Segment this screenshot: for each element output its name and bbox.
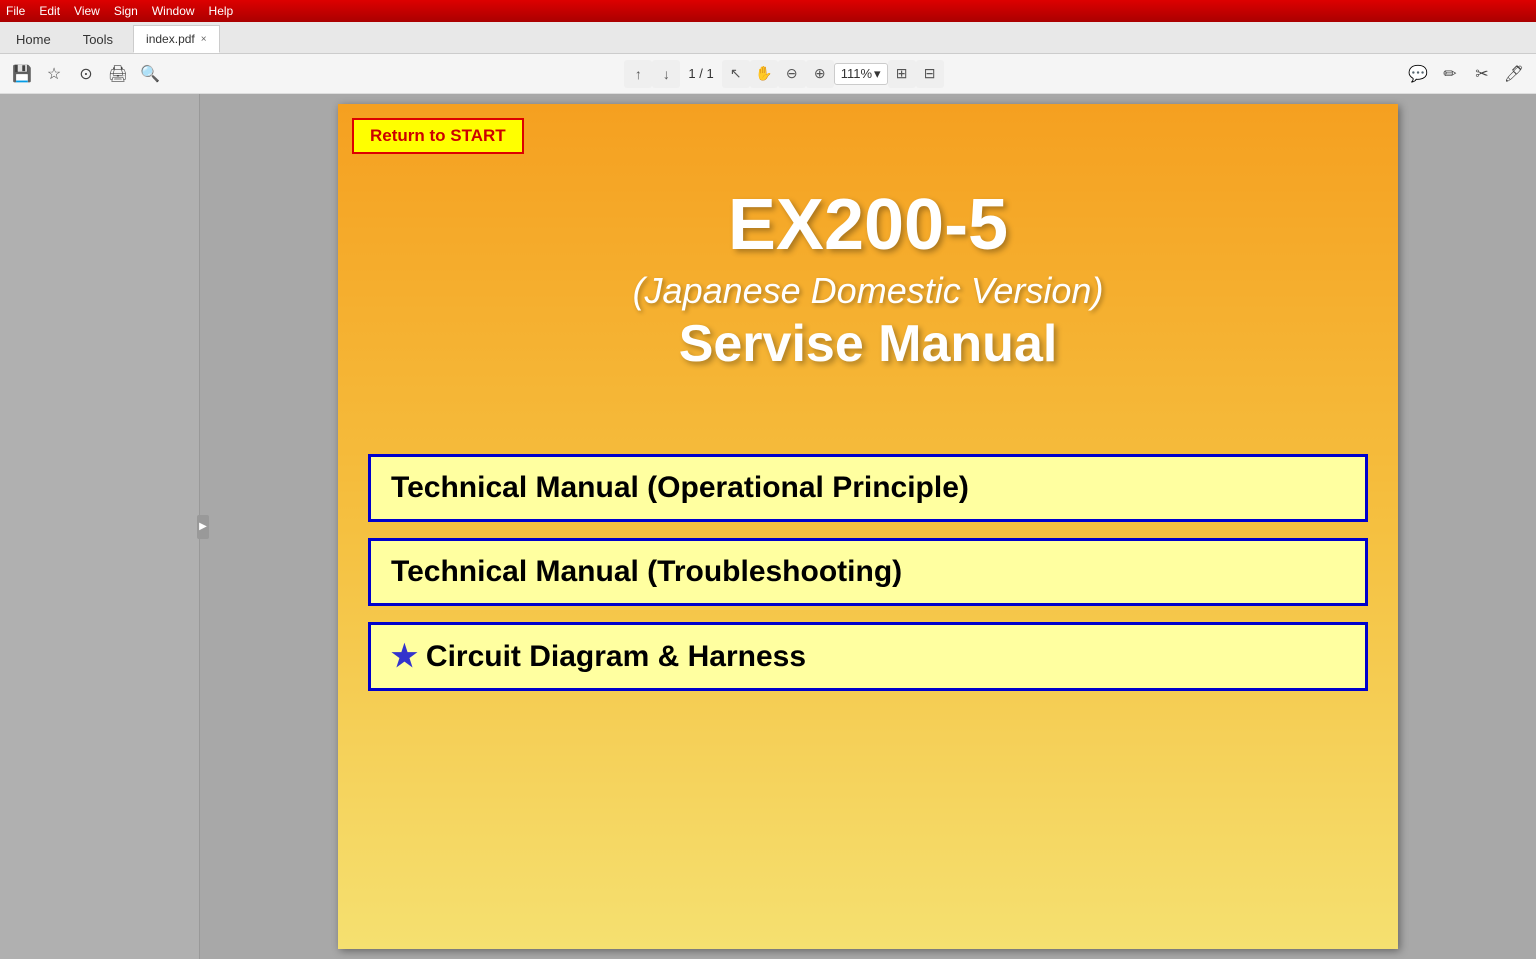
tab-close-button[interactable]: ×	[201, 34, 207, 45]
zoom-out-button[interactable]: ⊖	[778, 60, 806, 88]
technical-manual-troubleshooting-button[interactable]: Technical Manual (Troubleshooting)	[368, 538, 1368, 606]
comment-button[interactable]: 💬	[1404, 60, 1432, 88]
circuit-label: Circuit Diagram & Harness	[426, 640, 806, 673]
navigation-toolbar: ↑ ↓ 1 / 1 ↖ ✋ ⊖ ⊕ 111% ▾ ⊞ ⊟	[624, 60, 943, 88]
operational-label: Technical Manual (Operational Principle)	[391, 471, 969, 504]
toolbar-right: 💬 ✏ ✂ 🖊	[1404, 60, 1528, 88]
snap-button[interactable]: ⊞	[888, 60, 916, 88]
subtitle-text: (Japanese Domestic Version)	[338, 270, 1398, 312]
star-icon: ★	[391, 640, 418, 673]
save-button[interactable]: 💾	[8, 60, 36, 88]
zoom-dropdown-icon: ▾	[874, 66, 881, 82]
bookmark-button[interactable]: ☆	[40, 60, 68, 88]
upload-button[interactable]: ⊙	[72, 60, 100, 88]
page-info: 1 / 1	[680, 66, 721, 81]
pdf-viewer[interactable]: Return to START EX200-5 (Japanese Domest…	[200, 94, 1536, 959]
title-bar: File Edit View Sign Window Help	[0, 0, 1536, 22]
manual-type-title: Servise Manual	[338, 314, 1398, 374]
return-to-start-button[interactable]: Return to START	[352, 118, 524, 154]
menu-buttons-section: Technical Manual (Operational Principle)…	[338, 454, 1398, 691]
scroll-button[interactable]: ⊟	[916, 60, 944, 88]
toolbar: 💾 ☆ ⊙ 🖨 🔍 ↑ ↓ 1 / 1 ↖ ✋ ⊖ ⊕ 111% ▾ ⊞ ⊟ 💬…	[0, 54, 1536, 94]
tab-file-label: index.pdf	[146, 32, 195, 46]
menu-window[interactable]: Window	[152, 4, 195, 18]
tab-tools[interactable]: Tools	[67, 25, 129, 53]
cursor-tool-button[interactable]: ↖	[722, 60, 750, 88]
eraser-button[interactable]: ✂	[1468, 60, 1496, 88]
menu-view[interactable]: View	[74, 4, 100, 18]
pen-button[interactable]: ✏	[1436, 60, 1464, 88]
tab-bar: Home Tools index.pdf ×	[0, 22, 1536, 54]
troubleshooting-label: Technical Manual (Troubleshooting)	[391, 555, 902, 588]
prev-page-button[interactable]: ↑	[624, 60, 652, 88]
zoom-in-button[interactable]: ⊕	[806, 60, 834, 88]
model-title: EX200-5	[338, 184, 1398, 266]
next-page-button[interactable]: ↓	[652, 60, 680, 88]
hand-tool-button[interactable]: ✋	[750, 60, 778, 88]
menu-file[interactable]: File	[6, 4, 25, 18]
left-panel: ▶	[0, 94, 200, 959]
menu-edit[interactable]: Edit	[39, 4, 60, 18]
print-button[interactable]: 🖨	[104, 60, 132, 88]
menu-bar: File Edit View Sign Window Help	[6, 4, 233, 18]
stamp-button[interactable]: 🖊	[1500, 60, 1528, 88]
zoom-level-display[interactable]: 111% ▾	[834, 63, 888, 85]
panel-toggle-button[interactable]: ▶	[197, 515, 209, 539]
tab-home[interactable]: Home	[0, 25, 67, 53]
circuit-diagram-button[interactable]: ★Circuit Diagram & Harness	[368, 622, 1368, 691]
menu-help[interactable]: Help	[209, 4, 234, 18]
technical-manual-operational-button[interactable]: Technical Manual (Operational Principle)	[368, 454, 1368, 522]
tab-file[interactable]: index.pdf ×	[133, 25, 220, 53]
menu-sign[interactable]: Sign	[114, 4, 138, 18]
pdf-page: Return to START EX200-5 (Japanese Domest…	[338, 104, 1398, 949]
main-area: ▶ Return to START EX200-5 (Japanese Dome…	[0, 94, 1536, 959]
search-button[interactable]: 🔍	[136, 60, 164, 88]
